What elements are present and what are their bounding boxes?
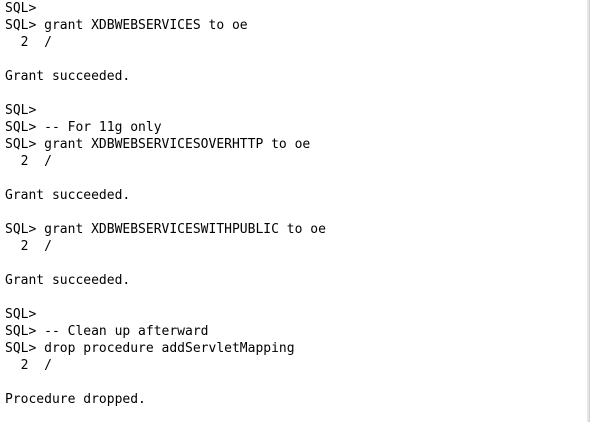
terminal-line: 2 /	[5, 35, 52, 50]
terminal-line: Procedure dropped.	[5, 392, 146, 407]
sqlplus-terminal-window[interactable]: SQL> SQL> grant XDBWEBSERVICES to oe 2 /…	[0, 0, 590, 422]
terminal-line: 2 /	[5, 358, 52, 373]
terminal-line: SQL>	[5, 103, 37, 118]
terminal-line: Grant succeeded.	[5, 69, 131, 84]
terminal-line: SQL>	[5, 307, 37, 322]
terminal-line: 2 /	[5, 154, 52, 169]
terminal-line: SQL>	[5, 1, 37, 16]
terminal-line: SQL> drop procedure addServletMapping	[5, 341, 295, 356]
terminal-line: SQL> grant XDBWEBSERVICESWITHPUBLIC to o…	[5, 222, 326, 237]
terminal-output: SQL> SQL> grant XDBWEBSERVICES to oe 2 /…	[5, 0, 326, 408]
terminal-line: SQL> -- Clean up afterward	[5, 324, 209, 339]
terminal-line: Grant succeeded.	[5, 188, 131, 203]
terminal-line: SQL> -- For 11g only	[5, 120, 162, 135]
terminal-line: 2 /	[5, 239, 52, 254]
terminal-line: SQL> grant XDBWEBSERVICESOVERHTTP to oe	[5, 137, 311, 152]
window-right-edge	[587, 0, 589, 422]
terminal-line: SQL> grant XDBWEBSERVICES to oe	[5, 18, 248, 33]
terminal-line: Grant succeeded.	[5, 273, 131, 288]
